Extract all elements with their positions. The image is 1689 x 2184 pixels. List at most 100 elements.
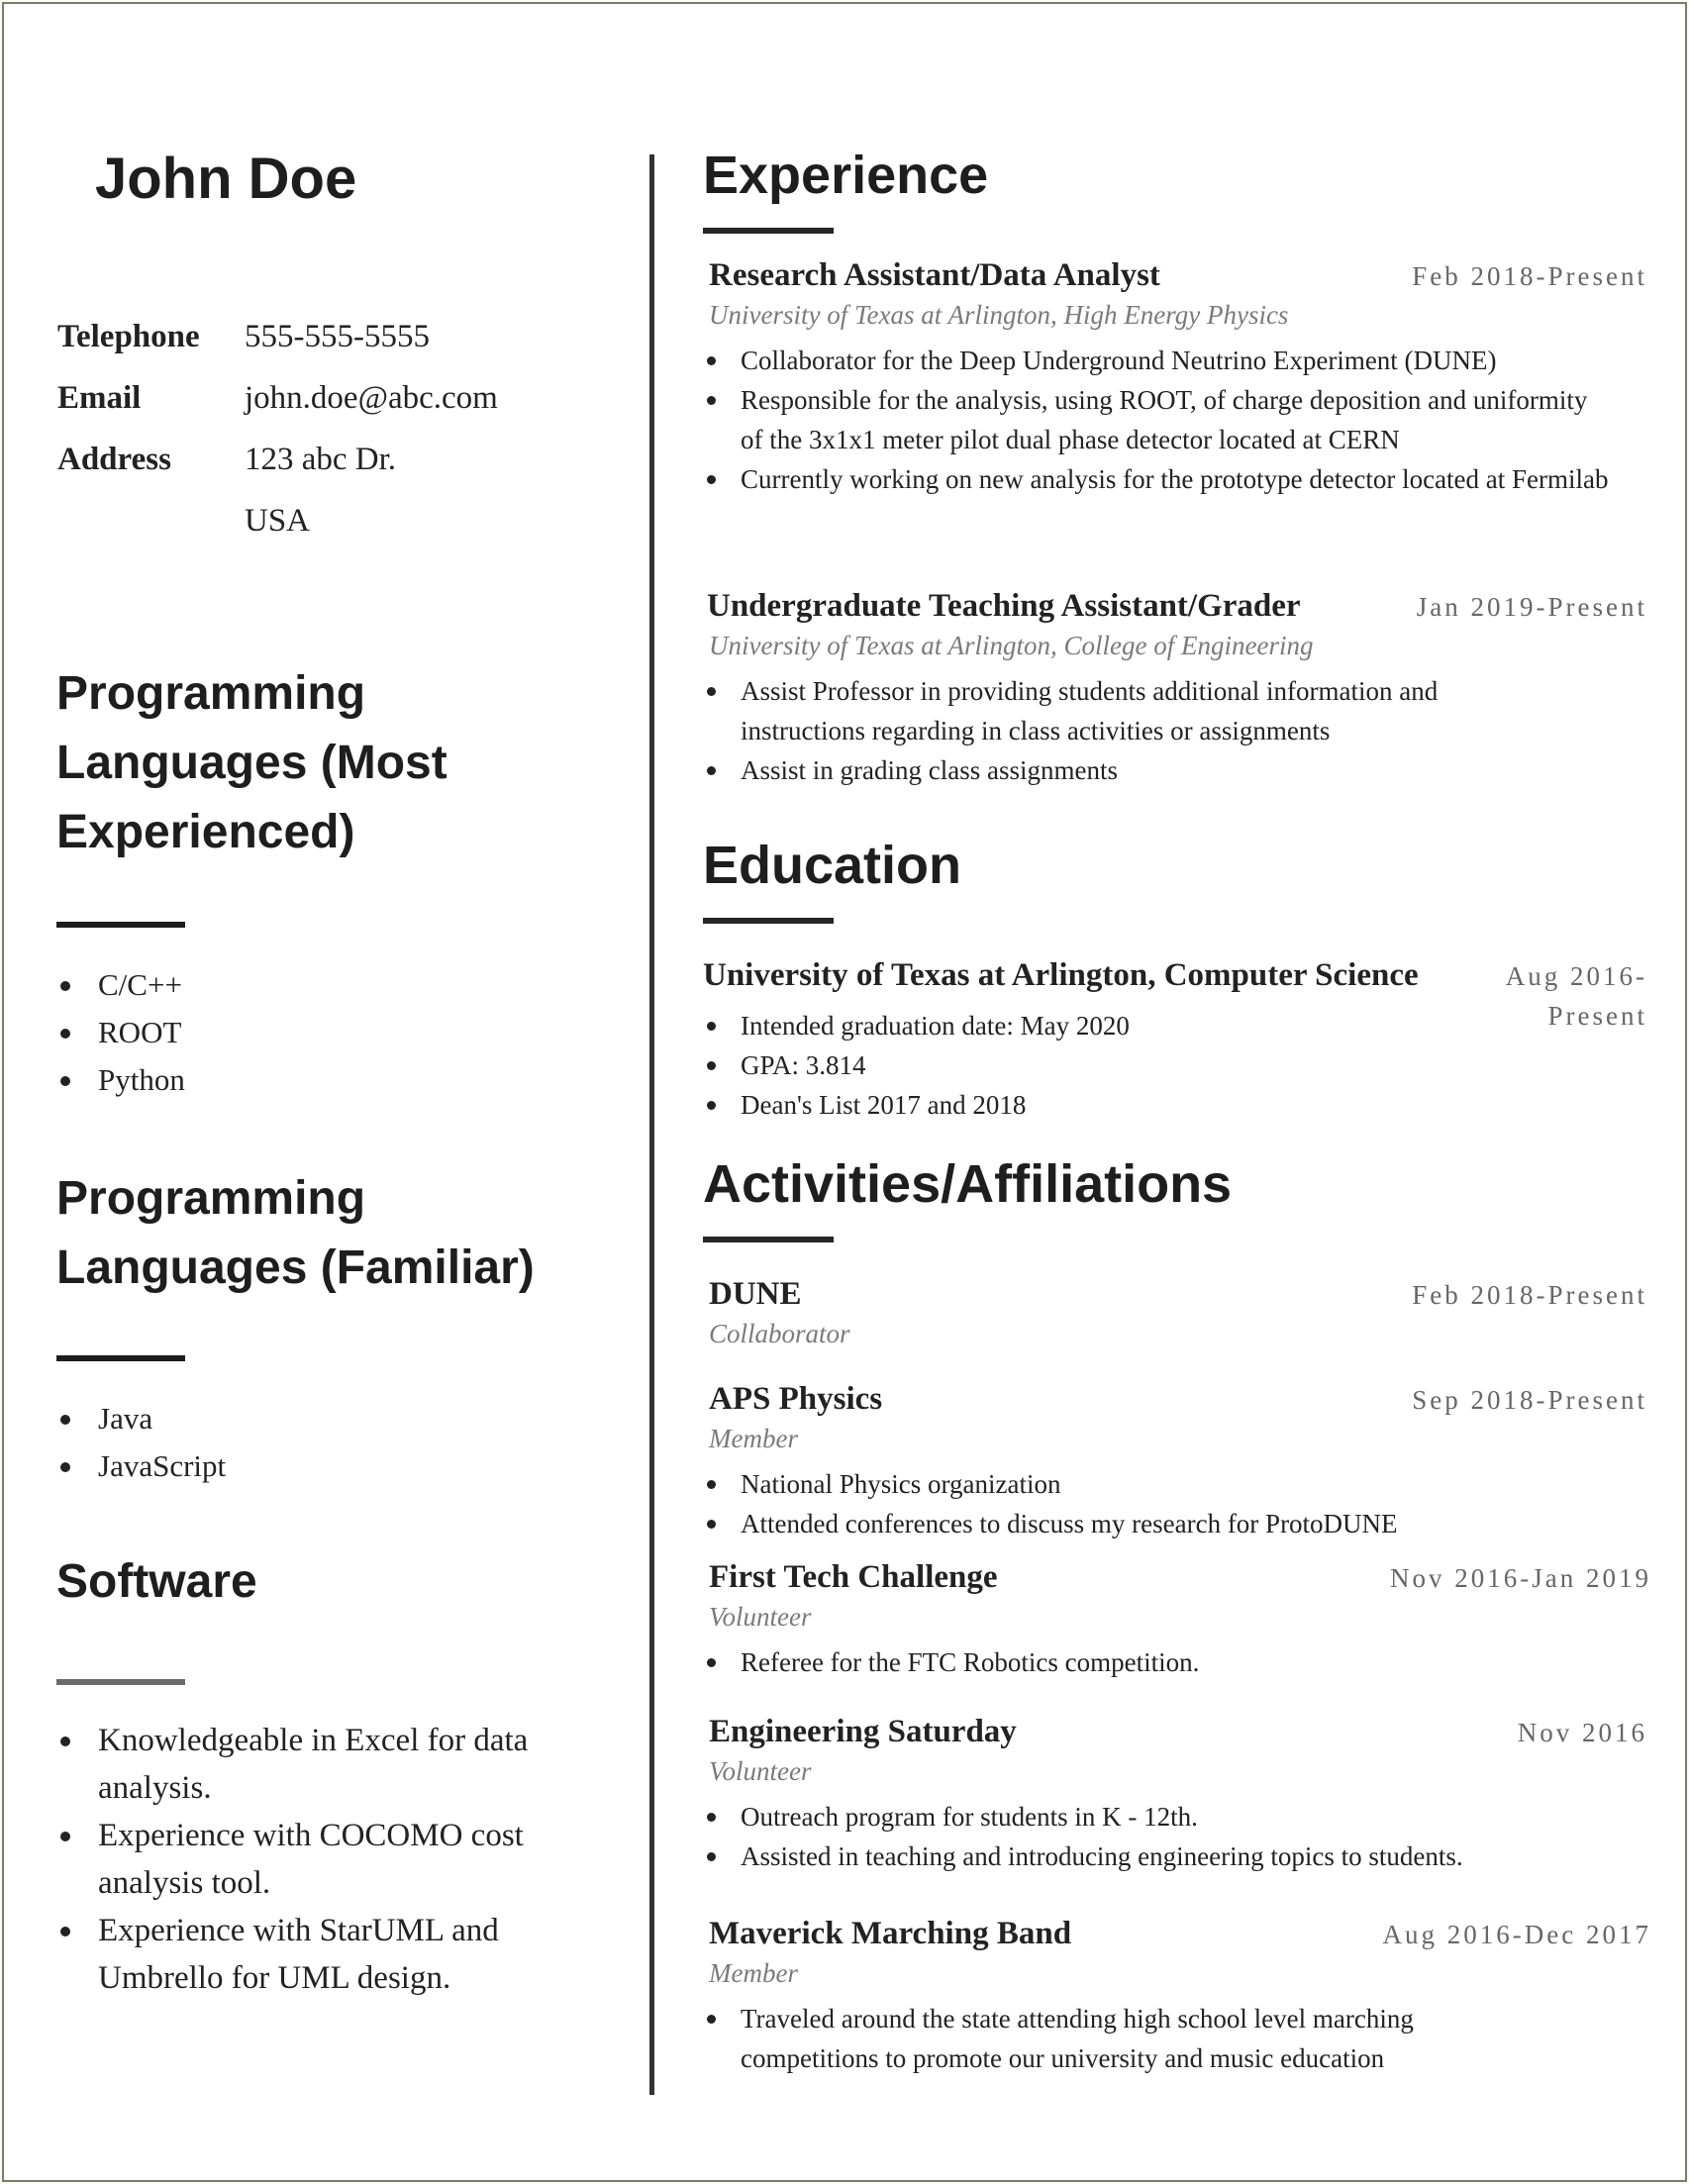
familiar-list: Java JavaScript — [56, 1395, 611, 1490]
section-heading: Activities/Affiliations — [703, 1154, 1233, 1214]
entry-title: Undergraduate Teaching Assistant/Grader — [707, 588, 1301, 624]
education-entry: University of Texas at Arlington, Comput… — [703, 942, 1647, 1125]
address-value: 123 abc Dr. — [245, 442, 397, 477]
bullet-item: Referee for the FTC Robotics competition… — [703, 1642, 1647, 1682]
telephone-value: 555-555-5555 — [245, 319, 430, 354]
most-experienced-list: C/C++ ROOT Python — [56, 961, 512, 1104]
entry-date: Sep 2018-Present — [1412, 1385, 1647, 1415]
entry-role: Member — [709, 1958, 798, 1988]
bullet-item: Responsible for the analysis, using ROOT… — [703, 380, 1612, 459]
entry-header: Maverick Marching Band Aug 2016-Dec 2017 — [703, 1916, 1648, 1952]
entry-date: Aug 2016-Dec 2017 — [1382, 1920, 1651, 1949]
entry-role: Collaborator — [709, 1319, 850, 1348]
entry-title: APS Physics — [709, 1381, 883, 1417]
section-heading: Software — [56, 1555, 257, 1608]
contact-row-telephone: Telephone 555-555-5555 — [57, 319, 498, 380]
entry-header: Research Assistant/Data Analyst Feb 2018… — [703, 257, 1647, 294]
entry-role: Volunteer — [709, 1602, 812, 1632]
bullet-item: Assist in grading class assignments — [703, 750, 1647, 790]
bullet-item: Intended graduation date: May 2020 — [703, 1006, 1647, 1045]
entry-header: DUNE Feb 2018-Present — [703, 1276, 1647, 1313]
column-divider — [649, 154, 654, 2095]
entry-header: Engineering Saturday Nov 2016 — [703, 1714, 1647, 1750]
entry-role: Member — [709, 1424, 798, 1453]
heading-underline — [703, 918, 834, 924]
bullet-item: GPA: 3.814 — [703, 1045, 1647, 1085]
entry-organization: University of Texas at Arlington, High E… — [709, 300, 1289, 330]
entry-bullets: Collaborator for the Deep Underground Ne… — [703, 341, 1647, 499]
activity-entry: APS Physics Sep 2018-Present Member Nati… — [703, 1381, 1647, 1543]
entry-title: University of Texas at Arlington, Comput… — [703, 957, 1419, 993]
heading-underline — [56, 1679, 185, 1685]
entry-bullets: Intended graduation date: May 2020 GPA: … — [703, 1006, 1647, 1125]
contact-row-email: Email john.doe@abc.com — [57, 380, 498, 442]
candidate-name: John Doe — [95, 147, 357, 211]
bullet-item: Traveled around the state attending high… — [703, 1999, 1493, 2078]
heading-underline — [703, 1237, 834, 1242]
heading-underline — [56, 1355, 185, 1361]
contact-row-address: Address 123 abc Dr. — [57, 442, 498, 503]
section-education: Education University of Texas at Arlingt… — [703, 833, 1647, 1120]
bullet-item: Attended conferences to discuss my resea… — [703, 1504, 1647, 1543]
bullet-item: Dean's List 2017 and 2018 — [703, 1085, 1647, 1125]
list-item: C/C++ — [56, 961, 512, 1009]
activity-entry: DUNE Feb 2018-Present Collaborator — [703, 1276, 1647, 1349]
entry-bullets: National Physics organization Attended c… — [703, 1464, 1647, 1543]
experience-entry: Undergraduate Teaching Assistant/Grader … — [703, 588, 1647, 790]
list-item: Knowledgeable in Excel for data analysis… — [56, 1717, 571, 1812]
contact-label: Telephone — [57, 319, 200, 354]
list-item: Java — [56, 1395, 611, 1442]
email-value: john.doe@abc.com — [245, 380, 498, 416]
activity-entry: Engineering Saturday Nov 2016 Volunteer … — [703, 1714, 1647, 1876]
entry-organization: University of Texas at Arlington, Colleg… — [709, 631, 1314, 660]
section-most-experienced: Programming Languages (Most Experienced)… — [56, 659, 512, 1104]
bullet-item: Assist Professor in providing students a… — [703, 671, 1552, 750]
entry-header: First Tech Challenge Nov 2016-Jan 2019 — [703, 1559, 1648, 1596]
section-heading: Programming Languages (Most Experienced) — [56, 667, 447, 858]
section-heading: Education — [703, 836, 962, 895]
entry-date: Nov 2016 — [1517, 1718, 1647, 1747]
list-item: Experience with StarUML and Umbrello for… — [56, 1907, 571, 2002]
experience-entry: Research Assistant/Data Analyst Feb 2018… — [703, 257, 1647, 499]
section-experience: Experience Research Assistant/Data Analy… — [703, 143, 1647, 785]
entry-date: Nov 2016-Jan 2019 — [1390, 1563, 1651, 1593]
section-heading: Experience — [703, 146, 989, 205]
entry-title: DUNE — [709, 1276, 802, 1312]
entry-title: Maverick Marching Band — [709, 1916, 1072, 1951]
contact-label: Address — [57, 442, 171, 477]
list-item: Python — [56, 1056, 512, 1104]
entry-header: APS Physics Sep 2018-Present — [703, 1381, 1647, 1418]
entry-date: Jan 2019-Present — [1416, 592, 1647, 622]
entry-bullets: Outreach program for students in K - 12t… — [703, 1797, 1647, 1876]
entry-bullets: Referee for the FTC Robotics competition… — [703, 1642, 1647, 1682]
list-item: ROOT — [56, 1009, 512, 1056]
entry-bullets: Traveled around the state attending high… — [703, 1999, 1647, 2078]
entry-date: Feb 2018-Present — [1412, 261, 1647, 291]
section-activities: Activities/Affiliations DUNE Feb 2018-Pr… — [703, 1151, 1648, 2073]
entry-date: Feb 2018-Present — [1412, 1280, 1647, 1310]
list-item: Experience with COCOMO cost analysis too… — [56, 1812, 571, 1907]
entry-header: Undergraduate Teaching Assistant/Grader … — [703, 588, 1647, 625]
entry-title: First Tech Challenge — [709, 1559, 998, 1595]
section-heading: Programming Languages (Familiar) — [56, 1172, 535, 1294]
section-software: Software Knowledgeable in Excel for data… — [56, 1547, 571, 2002]
bullet-item: Outreach program for students in K - 12t… — [703, 1797, 1647, 1837]
list-item: JavaScript — [56, 1442, 611, 1490]
contact-label: Email — [57, 380, 142, 416]
section-familiar: Programming Languages (Familiar) Java Ja… — [56, 1164, 611, 1490]
entry-title: Research Assistant/Data Analyst — [709, 257, 1160, 293]
contact-row-address-country: USA — [57, 503, 498, 564]
software-list: Knowledgeable in Excel for data analysis… — [56, 1717, 571, 2002]
contact-info: Telephone 555-555-5555 Email john.doe@ab… — [57, 319, 498, 564]
heading-underline — [703, 228, 834, 234]
bullet-item: Currently working on new analysis for th… — [703, 459, 1612, 499]
activity-entry: Maverick Marching Band Aug 2016-Dec 2017… — [703, 1916, 1648, 2078]
bullet-item: Assisted in teaching and introducing eng… — [703, 1837, 1647, 1876]
bullet-item: National Physics organization — [703, 1464, 1647, 1504]
country-value: USA — [245, 503, 311, 539]
entry-title: Engineering Saturday — [709, 1714, 1017, 1749]
bullet-item: Collaborator for the Deep Underground Ne… — [703, 341, 1647, 380]
entry-bullets: Assist Professor in providing students a… — [703, 671, 1647, 790]
heading-underline — [56, 922, 185, 928]
activity-entry: First Tech Challenge Nov 2016-Jan 2019 V… — [703, 1559, 1648, 1682]
